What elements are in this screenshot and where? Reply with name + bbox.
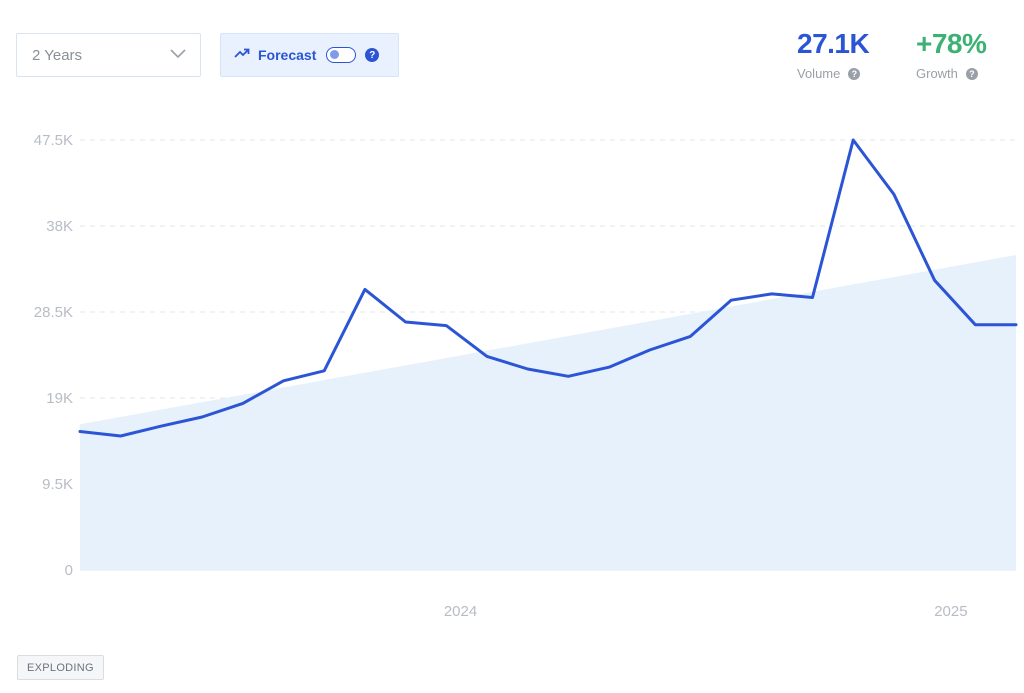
status-badge: EXPLODING	[17, 655, 104, 680]
help-icon[interactable]: ?	[365, 48, 380, 62]
y-tick-label: 38K	[46, 218, 73, 235]
y-tick-label: 0	[65, 562, 73, 579]
volume-value: 27.1K	[797, 28, 870, 59]
trending-up-icon	[234, 46, 250, 64]
forecast-toggle-button[interactable]: Forecast ?	[220, 33, 399, 77]
growth-label: Growth	[916, 66, 958, 81]
forecast-label: Forecast	[258, 47, 317, 63]
period-select-value: 2 Years	[32, 46, 83, 64]
y-tick-label: 19K	[46, 390, 73, 407]
growth-value: +78%	[916, 28, 987, 59]
forecast-switch[interactable]	[326, 47, 357, 63]
switch-knob	[330, 50, 340, 59]
trend-area	[80, 254, 1016, 570]
y-tick-label: 9.5K	[42, 476, 73, 493]
volume-help-icon[interactable]: ?	[848, 67, 861, 80]
trend-chart: 0 9.5K 19K 28.5K 38K 47.5K 2024 2025	[34, 132, 1018, 620]
chevron-down-icon	[170, 46, 186, 64]
growth-stat: +78% Growth ?	[916, 28, 987, 81]
x-tick-label: 2025	[934, 603, 967, 620]
y-tick-label: 47.5K	[34, 132, 73, 149]
volume-label: Volume	[797, 66, 841, 81]
volume-stat: 27.1K Volume ?	[797, 28, 870, 81]
x-tick-label: 2024	[444, 603, 477, 620]
y-tick-label: 28.5K	[34, 304, 73, 321]
period-select[interactable]: 2 Years	[16, 33, 201, 77]
growth-help-icon[interactable]: ?	[965, 67, 978, 80]
